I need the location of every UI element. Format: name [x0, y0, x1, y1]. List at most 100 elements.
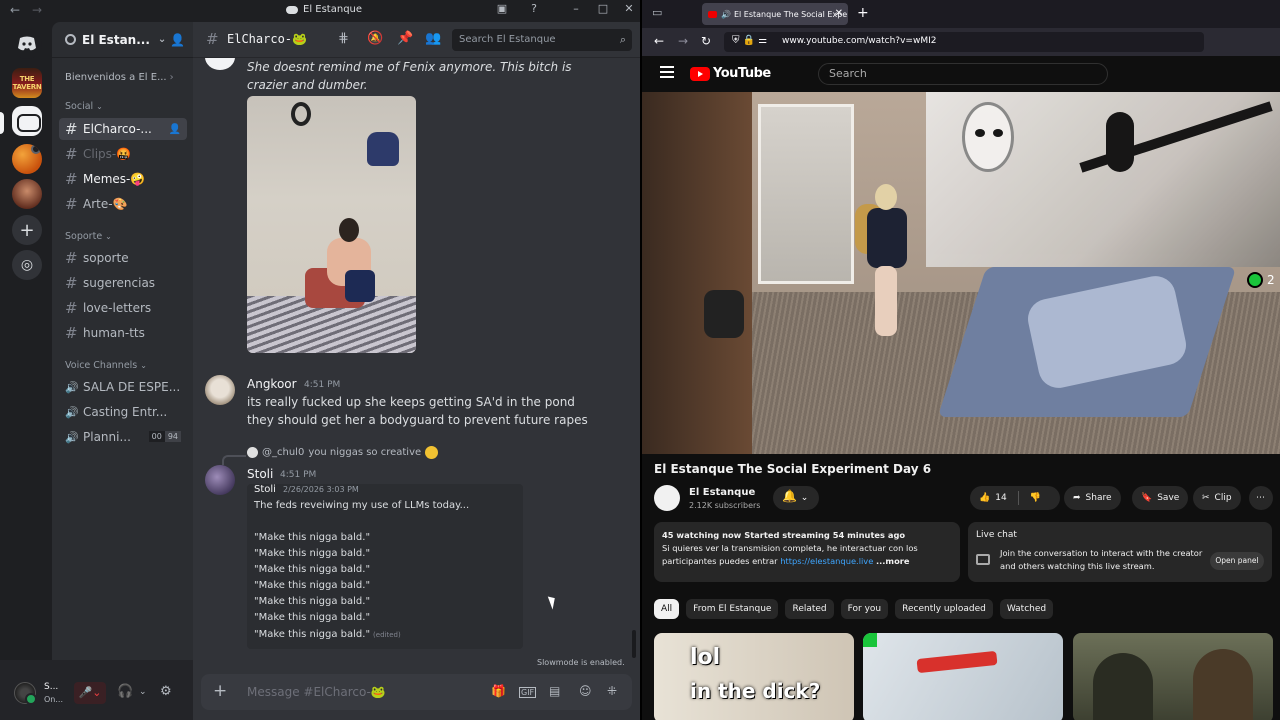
scrollbar[interactable]: [632, 630, 636, 658]
avatar[interactable]: [205, 465, 235, 495]
help-icon[interactable]: ?: [528, 3, 540, 15]
youtube-search-input[interactable]: Search: [818, 63, 1108, 85]
chip-related[interactable]: Related: [785, 599, 834, 619]
chip-from-channel[interactable]: From El Estanque: [686, 599, 779, 619]
notification-bell-icon[interactable]: 🔕: [367, 31, 383, 46]
avatar[interactable]: [654, 485, 680, 511]
hamburger-menu-icon[interactable]: [660, 66, 674, 78]
channel-sugerencias[interactable]: # sugerencias: [59, 272, 187, 294]
tab-list-icon[interactable]: ▭: [652, 6, 662, 19]
share-button[interactable]: ➦ Share: [1064, 486, 1121, 510]
gif-icon[interactable]: GIF: [519, 687, 537, 698]
channel-love-letters[interactable]: # love-letters: [59, 297, 187, 319]
category-social[interactable]: Social ⌄: [65, 101, 103, 112]
message-author[interactable]: Stoli: [247, 467, 273, 481]
open-panel-button[interactable]: Open panel: [1210, 552, 1264, 570]
shield-lock-icon[interactable]: ⛨ 🔒 ⚌: [732, 35, 767, 46]
add-attachment-icon[interactable]: +: [213, 681, 227, 701]
voice-channel-casting[interactable]: 🔊 Casting Entr...: [59, 401, 187, 423]
category-soporte[interactable]: Soporte ⌄: [65, 231, 112, 242]
server-face-icon[interactable]: [12, 179, 42, 209]
tab-youtube[interactable]: 🔊 El Estanque The Social Expe ✕: [702, 3, 848, 25]
hash-icon: #: [65, 299, 78, 317]
welcome-link[interactable]: Bienvenidos a El E... ›: [65, 72, 174, 83]
add-server-icon[interactable]: +: [12, 215, 42, 245]
channel-memes[interactable]: # Memes-🤪: [59, 168, 187, 190]
clip-button[interactable]: ✂ Clip: [1193, 486, 1241, 510]
address-bar[interactable]: ⛨ 🔒 ⚌ www.youtube.com/watch?v=wMI2: [724, 32, 1204, 52]
chip-watched[interactable]: Watched: [999, 599, 1054, 619]
gift-icon[interactable]: 🎁: [491, 684, 506, 698]
video-thumbnail[interactable]: [863, 633, 1063, 720]
video-thumbnail[interactable]: lol in the dick?: [654, 633, 854, 720]
category-voice[interactable]: Voice Channels ⌄: [65, 360, 147, 371]
description-link[interactable]: https://elestanque.live: [780, 556, 873, 566]
invite-user-icon[interactable]: 👤: [169, 124, 181, 135]
youtube-logo[interactable]: YouTube: [690, 66, 771, 81]
close-icon[interactable]: ✕: [623, 3, 635, 15]
sticker-icon[interactable]: ▤: [549, 684, 560, 698]
close-tab-icon[interactable]: ✕: [835, 8, 843, 19]
server-orange-icon[interactable]: [12, 144, 42, 174]
invite-user-icon[interactable]: 👤: [170, 33, 185, 47]
search-input[interactable]: Search El Estanque ⌕: [452, 29, 632, 51]
server-tavern-icon[interactable]: THE TAVERN: [12, 68, 42, 98]
emoji-icon[interactable]: ☺: [579, 684, 592, 698]
share-icon: ➦: [1073, 493, 1081, 503]
pin-icon[interactable]: 📌: [397, 31, 413, 46]
message-image-attachment[interactable]: [247, 96, 416, 353]
member-list-icon[interactable]: 👥: [425, 31, 441, 46]
more-actions-button[interactable]: ⋯: [1249, 486, 1273, 510]
channel-name[interactable]: El Estanque: [689, 487, 755, 498]
channel-clips[interactable]: # Clips-🤬: [59, 143, 187, 165]
discord-home-icon[interactable]: [12, 29, 42, 59]
maximize-icon[interactable]: □: [597, 3, 609, 15]
chevron-down-icon: ⌄: [105, 232, 112, 241]
chip-for-you[interactable]: For you: [840, 599, 889, 619]
threads-icon[interactable]: ⋕: [338, 31, 349, 46]
show-more-link[interactable]: ...more: [876, 556, 910, 566]
channel-elcharco[interactable]: # ElCharco-... 👤: [59, 118, 187, 140]
chip-recently-uploaded[interactable]: Recently uploaded: [895, 599, 993, 619]
apps-icon[interactable]: ⁜: [607, 684, 617, 698]
forward-arrow-icon[interactable]: →: [32, 3, 42, 17]
forward-arrow-icon[interactable]: →: [678, 34, 688, 48]
video-description[interactable]: 45 watching now Started streaming 54 min…: [654, 522, 960, 582]
message-input[interactable]: + Message #ElCharco-🐸 🎁 GIF ▤ ☺ ⁜: [201, 674, 632, 710]
avatar[interactable]: [205, 375, 235, 405]
back-arrow-icon[interactable]: ←: [10, 3, 20, 17]
subscribe-bell-button[interactable]: 🔔 ⌄: [773, 486, 819, 510]
video-thumbnail[interactable]: [1073, 633, 1273, 720]
video-player[interactable]: 2: [642, 92, 1280, 454]
channel-soporte[interactable]: # soporte: [59, 247, 187, 269]
channel-arte[interactable]: # Arte-🎨: [59, 193, 187, 215]
voice-channel-planning[interactable]: 🔊 Planni... 00 94: [59, 426, 187, 448]
compass-icon[interactable]: ◎: [12, 250, 42, 280]
thumbs-up-icon[interactable]: 👍: [979, 493, 990, 503]
gear-icon[interactable]: ⚙: [160, 684, 172, 699]
avatar[interactable]: [14, 682, 37, 705]
channel-human-tts[interactable]: # human-tts: [59, 322, 187, 344]
message-timestamp: 4:51 PM: [304, 380, 341, 390]
thumbs-down-icon[interactable]: 👎: [1030, 493, 1041, 503]
new-tab-icon[interactable]: +: [857, 5, 869, 21]
chevron-down-icon[interactable]: ⌄: [139, 687, 147, 697]
inbox-icon[interactable]: ▣: [496, 3, 508, 15]
server-el-estanque-icon[interactable]: [12, 106, 42, 136]
channel-sidebar: El Estan... ⌄ 👤 Bienvenidos a El E... › S…: [52, 22, 193, 720]
back-arrow-icon[interactable]: ←: [654, 34, 664, 48]
audio-playing-icon[interactable]: 🔊: [721, 10, 731, 19]
video-frame: [855, 184, 917, 344]
chip-all[interactable]: All: [654, 599, 680, 619]
reload-icon[interactable]: ↻: [701, 34, 711, 48]
minimize-icon[interactable]: –: [570, 3, 582, 15]
headphones-icon[interactable]: 🎧: [117, 684, 133, 699]
like-dislike-button[interactable]: 👍 14 👎: [970, 486, 1060, 510]
reply-preview[interactable]: @_chul0 you niggas so creative: [247, 446, 439, 459]
hash-icon: #: [65, 249, 78, 267]
mute-microphone-icon[interactable]: 🎤⌄: [74, 682, 106, 704]
message-author[interactable]: Angkoor: [247, 377, 297, 391]
server-header[interactable]: El Estan... ⌄ 👤: [52, 22, 193, 58]
voice-channel-sala[interactable]: 🔊 SALA DE ESPE...: [59, 376, 187, 398]
save-button[interactable]: 🔖 Save: [1132, 486, 1189, 510]
